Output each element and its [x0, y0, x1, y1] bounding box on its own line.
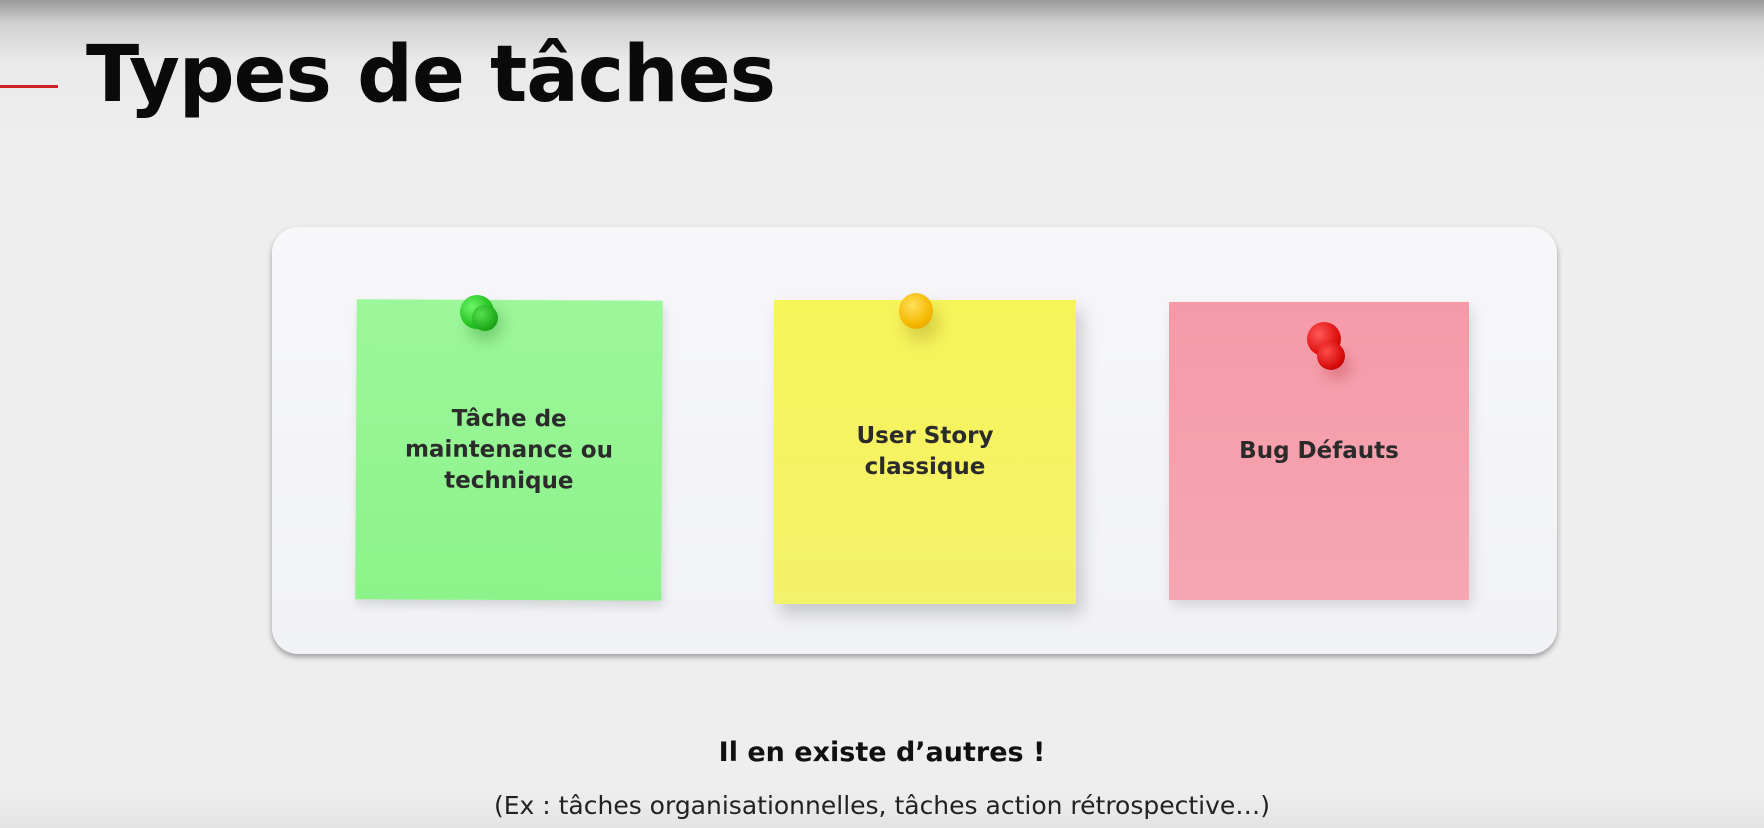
footer-note: Il en existe d’autres !: [718, 737, 1046, 768]
sticky-note-line: maintenance ou: [404, 435, 614, 464]
green-pushpin-head-icon: [472, 305, 498, 331]
sticky-note-text: User Story classique: [856, 421, 993, 483]
sticky-note-user-story: User Story classique: [774, 300, 1076, 604]
sticky-note-line: User Story: [856, 423, 994, 449]
sticky-note-line: Bug Défauts: [1239, 437, 1399, 464]
sticky-note-line: classique: [864, 454, 986, 480]
sticky-note-line: technique: [444, 467, 574, 494]
slide-title: Types de tâches: [86, 30, 776, 120]
title-accent-line: [0, 85, 58, 88]
sticky-note-maintenance: Tâche de maintenance ou technique: [355, 299, 663, 601]
red-pushpin-head-icon: [1317, 342, 1345, 370]
sticky-note-text: Tâche de maintenance ou technique: [405, 403, 614, 497]
footer-examples: (Ex : tâches organisationnelles, tâches …: [493, 791, 1271, 820]
sticky-note-line: Tâche de: [451, 405, 567, 432]
sticky-note-text: Bug Défauts: [1239, 436, 1399, 467]
sticky-notes-board: Tâche de maintenance ou technique User S…: [272, 227, 1557, 654]
yellow-pushpin-icon: [899, 293, 933, 329]
